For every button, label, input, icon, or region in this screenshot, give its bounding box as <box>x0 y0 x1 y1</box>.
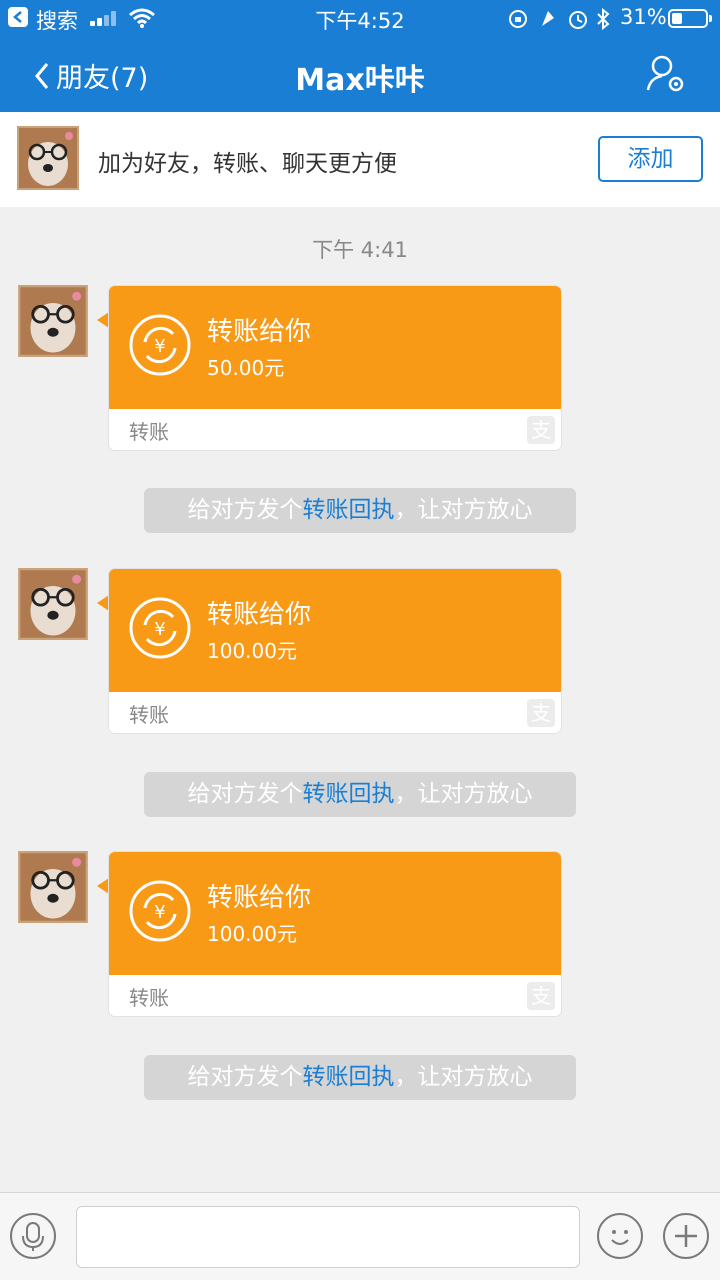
transfer-title: 转账给你 <box>207 600 312 630</box>
battery-icon <box>668 9 712 28</box>
status-icons-group <box>509 8 610 30</box>
battery-percent: 31% <box>620 5 667 29</box>
avatar[interactable] <box>17 126 79 190</box>
transfer-footer: 转账 <box>129 703 169 727</box>
transfer-card[interactable]: ¥ 转账给你 100.00元 转账 支 <box>108 851 562 1017</box>
notice-prefix: 给对方发个 <box>187 781 303 807</box>
alipay-icon: 支 <box>527 416 555 444</box>
receipt-notice: 给对方发个转账回执，让对方放心 <box>144 772 576 817</box>
chat-title: Max咔咔 <box>295 63 425 98</box>
user-settings-icon[interactable] <box>644 54 688 94</box>
banner-text: 加为好友，转账、聊天更方便 <box>98 151 397 177</box>
receipt-notice: 给对方发个转账回执，让对方放心 <box>144 1055 576 1100</box>
receipt-notice: 给对方发个转账回执，让对方放心 <box>144 488 576 533</box>
top-bar: 搜索 下午4:52 31% 朋友(7) Max咔咔 <box>0 0 720 112</box>
alarm-icon <box>569 11 587 29</box>
notice-prefix: 给对方发个 <box>187 1064 303 1090</box>
alipay-icon: 支 <box>527 982 555 1010</box>
avatar[interactable] <box>18 285 88 357</box>
transfer-amount: 50.00元 <box>207 356 285 380</box>
message-timestamp: 下午 4:41 <box>312 238 408 262</box>
input-bar <box>0 1192 720 1280</box>
add-friend-button[interactable]: 添加 <box>598 136 703 182</box>
status-bar: 搜索 下午4:52 31% <box>0 0 720 38</box>
nav-bar: 朋友(7) Max咔咔 <box>0 38 720 112</box>
transfer-yuan-icon: ¥ <box>129 880 191 942</box>
receipt-link[interactable]: 转账回执 <box>303 1064 395 1090</box>
notice-prefix: 给对方发个 <box>187 497 303 523</box>
transfer-footer: 转账 <box>129 986 169 1010</box>
avatar[interactable] <box>18 851 88 923</box>
orientation-lock-icon <box>509 10 527 28</box>
emoji-icon[interactable] <box>597 1213 643 1259</box>
transfer-yuan-icon: ¥ <box>129 314 191 376</box>
svg-text:¥: ¥ <box>154 902 165 923</box>
receipt-link[interactable]: 转账回执 <box>303 497 395 523</box>
svg-text:¥: ¥ <box>154 619 165 640</box>
notice-suffix: ，让对方放心 <box>394 781 533 807</box>
location-icon <box>542 11 554 26</box>
transfer-footer: 转账 <box>129 420 169 444</box>
plus-icon[interactable] <box>663 1213 709 1259</box>
alipay-icon: 支 <box>527 699 555 727</box>
svg-text:¥: ¥ <box>154 336 165 357</box>
bluetooth-icon <box>597 8 610 30</box>
avatar[interactable] <box>18 568 88 640</box>
transfer-title: 转账给你 <box>207 317 312 347</box>
add-friend-banner: 加为好友，转账、聊天更方便 添加 <box>0 112 720 207</box>
transfer-amount: 100.00元 <box>207 639 297 663</box>
transfer-title: 转账给你 <box>207 883 312 913</box>
transfer-card[interactable]: ¥ 转账给你 100.00元 转账 支 <box>108 568 562 734</box>
notice-suffix: ，让对方放心 <box>394 1064 533 1090</box>
receipt-link[interactable]: 转账回执 <box>303 781 395 807</box>
voice-icon[interactable] <box>10 1213 56 1259</box>
message-input[interactable] <box>76 1206 580 1268</box>
transfer-yuan-icon: ¥ <box>129 597 191 659</box>
transfer-card[interactable]: ¥ 转账给你 50.00元 转账 支 <box>108 285 562 451</box>
transfer-amount: 100.00元 <box>207 922 297 946</box>
notice-suffix: ，让对方放心 <box>394 497 533 523</box>
